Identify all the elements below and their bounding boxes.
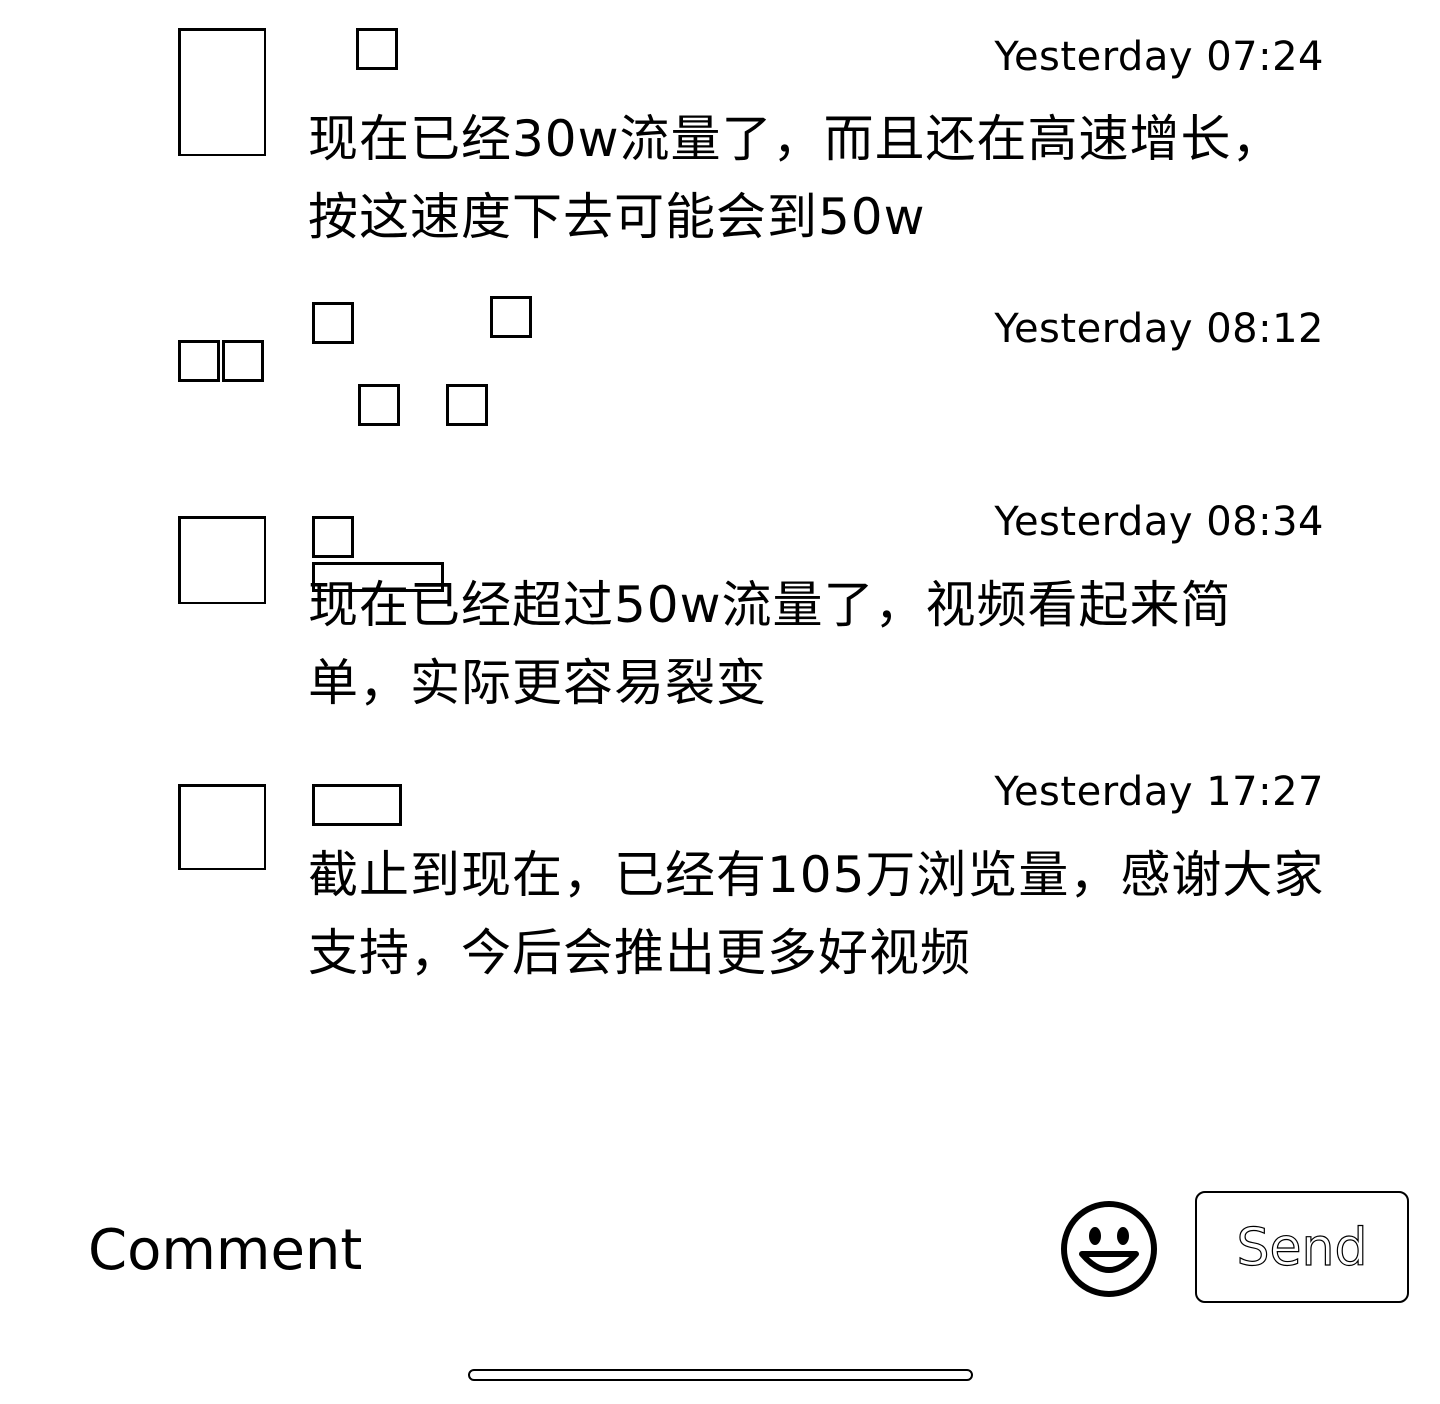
comment-timestamp: Yesterday 07:24: [994, 34, 1324, 80]
avatar[interactable]: [178, 340, 268, 386]
comment-composer: Send: [0, 1180, 1440, 1320]
username[interactable]: [308, 296, 548, 436]
comment-timestamp: Yesterday 08:12: [994, 306, 1324, 352]
comment-text: 截止到现在，已经有105万浏览量，感谢大家支持，今后会推出更多好视频: [308, 846, 1325, 982]
avatar[interactable]: [178, 784, 266, 870]
username[interactable]: [308, 28, 568, 88]
comment-text: 现在已经30w流量了，而且还在高速增长，按这速度下去可能会到50w: [308, 110, 1283, 246]
comment-input[interactable]: [88, 1210, 988, 1290]
send-button[interactable]: Send: [1195, 1191, 1409, 1303]
comment-timestamp: Yesterday 17:27: [994, 769, 1324, 815]
smiley-face-icon[interactable]: [1060, 1200, 1158, 1298]
comment-text: 现在已经超过50w流量了，视频看起来简单，实际更容易裂变: [308, 576, 1232, 712]
home-indicator[interactable]: [468, 1369, 973, 1381]
avatar[interactable]: [178, 516, 266, 604]
comment-timestamp: Yesterday 08:34: [994, 499, 1324, 545]
avatar[interactable]: [178, 28, 266, 156]
username[interactable]: [308, 784, 568, 844]
